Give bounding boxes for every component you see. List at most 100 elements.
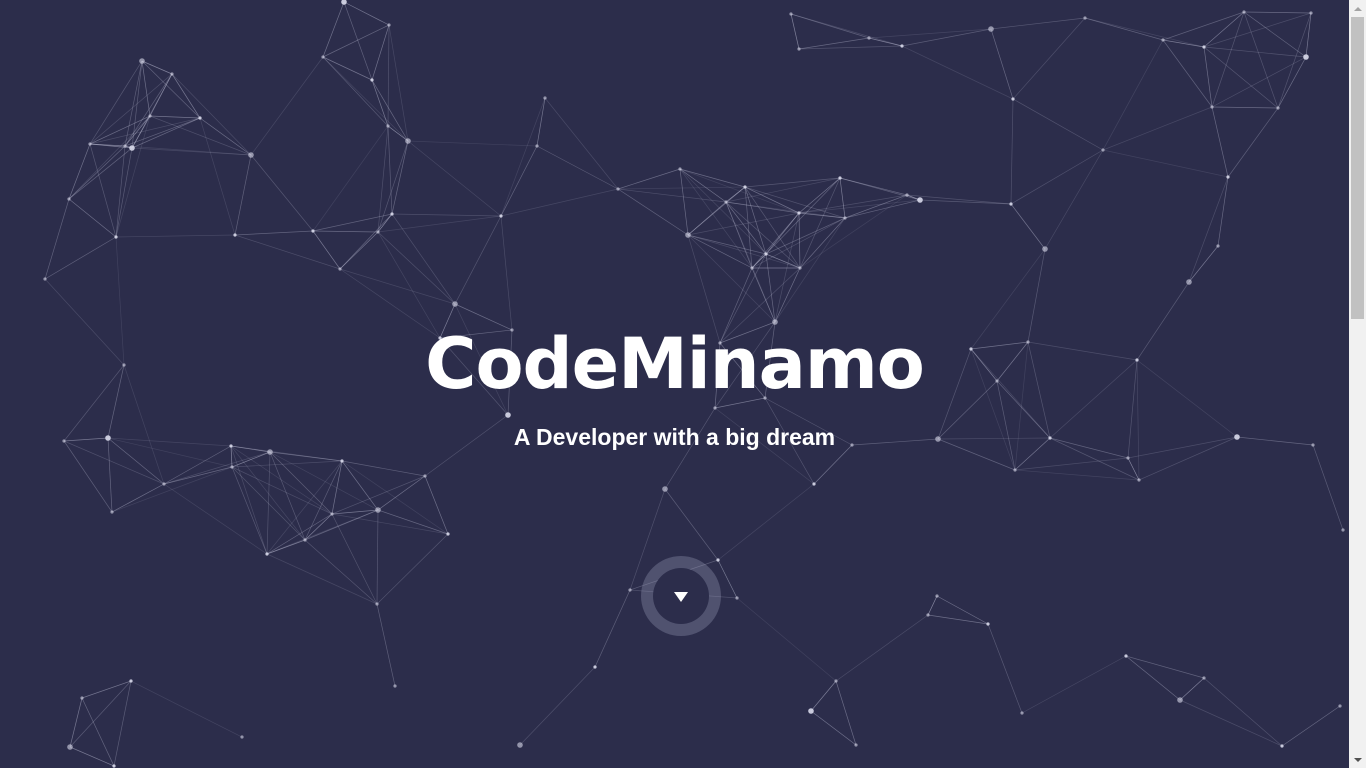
network-link [376, 603, 396, 687]
network-node [1101, 148, 1105, 152]
network-link [1014, 457, 1129, 471]
caret-down-icon [1353, 757, 1362, 762]
network-link [519, 666, 596, 746]
network-node [162, 482, 166, 486]
network-node [1210, 105, 1214, 109]
network-node [750, 266, 754, 270]
network-link [269, 451, 333, 515]
network-link [331, 509, 379, 515]
network-node [616, 187, 620, 191]
network-link [500, 188, 619, 217]
network-node [593, 665, 597, 669]
network-node [935, 594, 939, 598]
network-link [81, 680, 132, 699]
network-link [679, 168, 753, 269]
network-link [234, 154, 252, 236]
network-link [927, 614, 989, 625]
network-link [312, 125, 389, 232]
network-node [838, 176, 842, 180]
network-link [1217, 176, 1229, 247]
network-link [1312, 444, 1344, 531]
network-node [340, 459, 344, 463]
network-link [679, 168, 746, 188]
network-node [1020, 711, 1024, 715]
network-link [377, 231, 456, 305]
network-node [517, 742, 523, 748]
caret-up-icon [1353, 6, 1362, 11]
network-link [1162, 39, 1205, 48]
network-link [322, 24, 390, 58]
network-link [1211, 106, 1279, 109]
network-link [234, 230, 314, 236]
network-node [1186, 279, 1192, 285]
network-link [810, 710, 857, 746]
network-link [339, 213, 393, 270]
network-node [1226, 175, 1230, 179]
network-link [199, 117, 252, 156]
network-link [687, 201, 727, 236]
network-link [141, 60, 173, 75]
network-node [110, 510, 114, 514]
network-link [927, 595, 938, 616]
network-link [790, 13, 800, 50]
network-node [393, 684, 397, 688]
network-link [269, 451, 306, 541]
network-link [331, 460, 343, 515]
network-node [387, 23, 391, 27]
vertical-scrollbar[interactable] [1349, 0, 1366, 768]
network-node [988, 26, 994, 32]
network-node [628, 588, 632, 592]
network-node [129, 679, 133, 683]
network-node [797, 47, 801, 51]
network-link [304, 539, 378, 605]
network-node [376, 230, 380, 234]
network-node [375, 507, 381, 513]
page-title: CodeMinamo [425, 323, 925, 405]
network-link [269, 451, 379, 511]
network-link [1203, 46, 1307, 58]
scroll-up-arrow[interactable] [1349, 0, 1366, 17]
network-node [499, 214, 503, 218]
scroll-down-button[interactable] [641, 556, 721, 636]
network-link [376, 509, 379, 605]
network-node [233, 233, 237, 237]
scroll-down-button-inner [653, 568, 709, 624]
network-link [810, 680, 837, 712]
network-node [678, 167, 682, 171]
network-node [743, 185, 747, 189]
network-node [505, 412, 511, 418]
network-node [1242, 10, 1246, 14]
network-link [234, 234, 341, 270]
scrollbar-thumb[interactable] [1351, 17, 1364, 319]
network-link [798, 212, 801, 269]
network-node [917, 197, 923, 203]
network-link [407, 140, 502, 217]
network-link [163, 451, 271, 485]
network-node [423, 474, 427, 478]
network-link [839, 177, 846, 219]
network-node [170, 72, 174, 76]
network-node [1161, 38, 1165, 42]
network-link [341, 460, 426, 477]
network-node [1216, 244, 1220, 248]
network-node [854, 743, 858, 747]
network-link [1243, 11, 1307, 58]
network-link [1102, 39, 1164, 151]
network-link [163, 483, 268, 555]
network-link [322, 56, 409, 142]
triangle-down-icon [674, 592, 688, 602]
scroll-down-arrow[interactable] [1349, 751, 1366, 768]
network-link [1188, 176, 1229, 283]
network-node [798, 266, 802, 270]
network-node [43, 277, 47, 281]
network-link [1203, 12, 1312, 48]
network-link [111, 483, 165, 513]
network-node [1202, 45, 1206, 49]
network-link [500, 145, 538, 217]
network-link [744, 186, 846, 219]
network-link [717, 483, 815, 561]
network-node [375, 602, 379, 606]
network-link [1012, 98, 1104, 151]
network-node [1083, 16, 1087, 20]
network-link [81, 697, 115, 767]
